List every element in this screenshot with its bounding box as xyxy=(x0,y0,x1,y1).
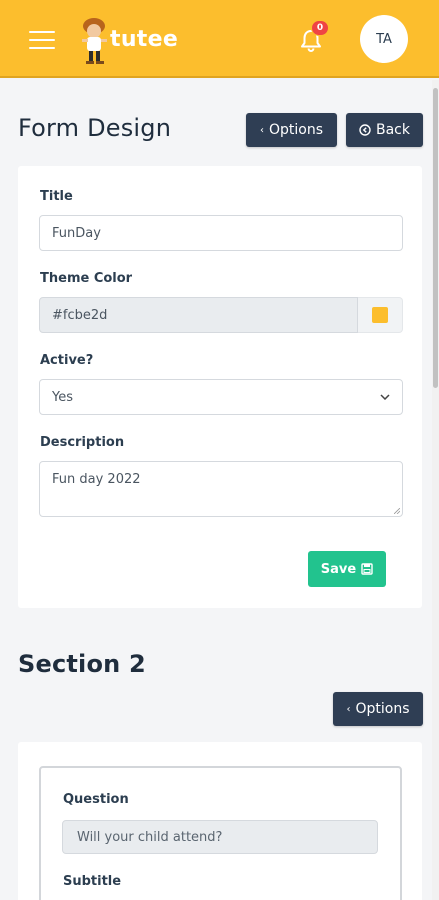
title-label: Title xyxy=(40,189,73,204)
active-select-value: Yes xyxy=(52,389,73,405)
chevron-left-icon: ‹ xyxy=(259,124,264,136)
page-title: Form Design xyxy=(18,114,172,142)
save-button-label: Save xyxy=(320,561,357,577)
theme-color-label: Theme Color xyxy=(40,271,133,286)
description-textarea[interactable]: Fun day 2022 xyxy=(39,461,403,517)
description-label: Description xyxy=(40,435,125,450)
page-scrollbar[interactable] xyxy=(432,80,439,900)
color-picker-button[interactable] xyxy=(358,297,403,333)
save-icon xyxy=(361,563,373,575)
subtitle-label: Subtitle xyxy=(63,874,122,889)
scrollbar-thumb[interactable] xyxy=(433,88,438,388)
theme-color-input[interactable]: #fcbe2d xyxy=(39,297,358,333)
menu-icon[interactable] xyxy=(29,31,55,51)
color-swatch xyxy=(372,307,388,323)
avatar[interactable]: TA xyxy=(360,15,408,63)
top-navbar: tutee 0 TA xyxy=(0,0,439,78)
active-label: Active? xyxy=(40,353,94,368)
active-select[interactable]: Yes xyxy=(39,379,403,415)
back-button-label: Back xyxy=(376,122,410,138)
description-value: Fun day 2022 xyxy=(52,472,141,487)
section-options-label: Options xyxy=(355,701,410,717)
logo-text: tutee xyxy=(110,27,179,52)
question-label: Question xyxy=(63,792,129,807)
resize-grip-icon[interactable] xyxy=(394,508,400,514)
back-circle-icon xyxy=(359,124,371,136)
title-input[interactable]: FunDay xyxy=(39,215,403,251)
chevron-left-icon: ‹ xyxy=(346,703,351,715)
section-title: Section 2 xyxy=(18,650,146,678)
question-input[interactable]: Will your child attend? xyxy=(62,820,378,854)
options-button-label: Options xyxy=(268,122,324,138)
back-button[interactable]: Back xyxy=(346,113,423,147)
notification-badge: 0 xyxy=(311,20,329,36)
save-button[interactable]: Save xyxy=(308,551,386,587)
chevron-down-icon xyxy=(380,394,390,400)
section-options-button[interactable]: ‹ Options xyxy=(333,692,423,726)
options-button[interactable]: ‹ Options xyxy=(246,113,337,147)
